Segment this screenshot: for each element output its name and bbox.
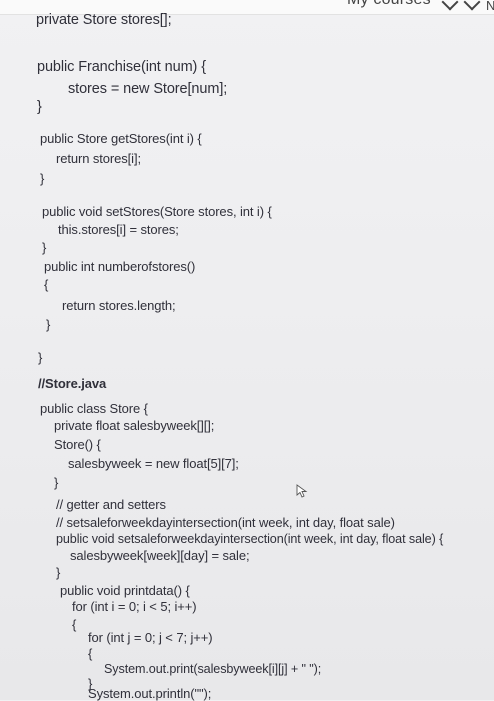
- code-line: }: [38, 350, 43, 365]
- code-line: }: [42, 240, 47, 255]
- chevron-down-icon[interactable]: [463, 0, 481, 11]
- code-line: return stores.length;: [62, 298, 176, 313]
- cut-off-menu-letter: N: [486, 0, 494, 13]
- code-line: System.out.print(salesbyweek[i][j] + " "…: [104, 662, 322, 676]
- code-line: }: [37, 99, 42, 115]
- code-line: public void setsaleforweekdayintersectio…: [56, 532, 444, 546]
- code-line: }: [40, 171, 45, 186]
- code-line: public Franchise(int num) {: [37, 59, 206, 75]
- code-line: for (int j = 0; j < 7; j++): [88, 630, 213, 645]
- code-line: salesbyweek = new float[5][7];: [68, 456, 239, 471]
- code-line: this.stores[i] = stores;: [58, 222, 179, 237]
- code-line: // getter and setters: [56, 497, 166, 512]
- code-line: // setsaleforweekdayintersection(int wee…: [56, 515, 395, 530]
- code-line: salesbyweek[week][day] = sale;: [70, 548, 250, 563]
- code-line: public void printdata() {: [60, 583, 190, 598]
- code-line: public class Store {: [40, 401, 148, 416]
- code-line: {: [88, 646, 93, 661]
- code-line: private float salesbyweek[][];: [54, 418, 215, 433]
- code-line: return stores[i];: [56, 151, 141, 166]
- chevron-down-icon[interactable]: [441, 0, 459, 11]
- code-line: private Store stores[];: [36, 12, 172, 28]
- code-line: for (int i = 0; i < 5; i++): [72, 599, 197, 614]
- code-line: }: [46, 317, 51, 332]
- code-line: {: [44, 277, 49, 292]
- code-line: public int numberofstores(): [44, 259, 196, 274]
- code-line: {: [72, 617, 77, 632]
- my-courses-link[interactable]: My courses: [347, 0, 431, 9]
- code-line: public Store getStores(int i) {: [40, 131, 202, 146]
- code-line: //Store.java: [38, 376, 107, 391]
- code-line: Store() {: [54, 437, 101, 452]
- mouse-pointer-icon: [296, 484, 308, 498]
- code-line: System.out.println("");: [88, 686, 212, 701]
- code-line: stores = new Store[num];: [68, 81, 228, 97]
- code-line: public void setStores(Store stores, int …: [42, 204, 272, 219]
- code-line: }: [54, 475, 59, 490]
- code-line: }: [56, 565, 61, 580]
